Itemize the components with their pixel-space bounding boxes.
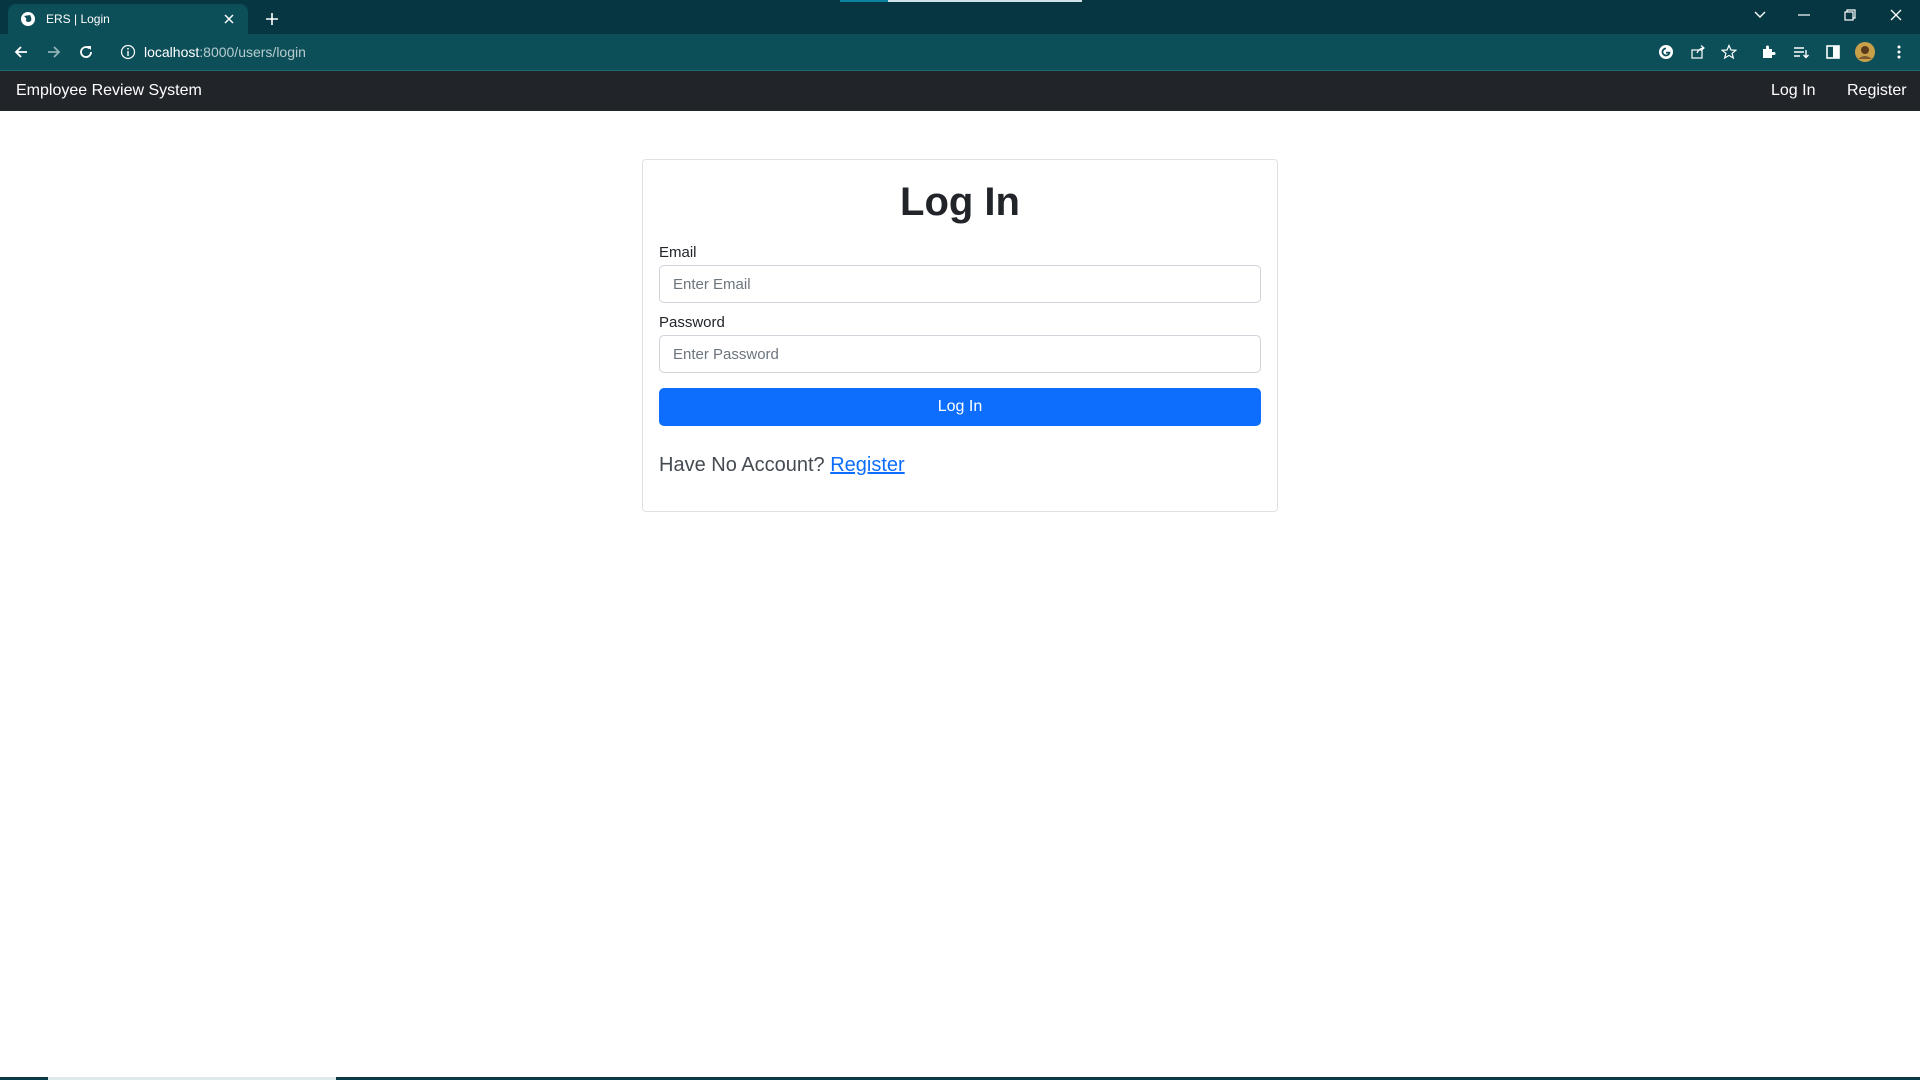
tab-search-icon[interactable] [1738, 0, 1782, 30]
share-icon[interactable] [1687, 41, 1709, 63]
browser-toolbar: localhost:8000/users/login [0, 34, 1920, 70]
app-navbar: Employee Review System Log In Register [0, 71, 1920, 111]
tab-title: ERS | Login [46, 12, 110, 26]
site-info-icon[interactable] [120, 44, 136, 60]
password-label: Password [659, 314, 725, 331]
side-panel-icon[interactable] [1822, 41, 1844, 63]
register-link[interactable]: Register [830, 454, 904, 476]
navbar-brand[interactable]: Employee Review System [16, 82, 202, 100]
page-title: Log In [900, 180, 1020, 224]
login-card: Log In Email Password Log In Have No Acc… [642, 159, 1278, 512]
new-tab-button[interactable] [260, 7, 284, 31]
profile-avatar-icon[interactable] [1854, 41, 1876, 63]
browser-tab-strip: ERS | Login [0, 0, 1920, 34]
close-tab-icon[interactable] [220, 10, 238, 28]
url-host: localhost [144, 44, 200, 60]
google-lens-icon[interactable] [1655, 41, 1677, 63]
nav-link-login[interactable]: Log In [1771, 82, 1815, 100]
browser-tab-active[interactable]: ERS | Login [8, 4, 248, 34]
address-bar[interactable]: localhost:8000/users/login [110, 37, 1710, 67]
tab-strip-accent [840, 0, 888, 2]
globe-icon [20, 11, 36, 27]
reload-icon[interactable] [74, 40, 98, 64]
close-window-icon[interactable] [1874, 0, 1918, 30]
back-icon[interactable] [9, 40, 33, 64]
bookmark-star-icon[interactable] [1718, 41, 1740, 63]
email-label: Email [659, 244, 697, 261]
url-path: :8000/users/login [199, 44, 306, 60]
reading-list-icon[interactable] [1790, 41, 1812, 63]
login-button[interactable]: Log In [659, 388, 1261, 426]
tab-strip-accent [888, 0, 1082, 2]
forward-icon[interactable] [42, 40, 66, 64]
password-field[interactable] [659, 335, 1261, 373]
email-field[interactable] [659, 265, 1261, 303]
menu-kebab-icon[interactable] [1888, 41, 1910, 63]
minimize-icon[interactable] [1782, 0, 1826, 30]
restore-icon[interactable] [1828, 0, 1872, 30]
nav-link-register[interactable]: Register [1847, 82, 1907, 100]
no-account-text: Have No Account? [659, 454, 825, 476]
extensions-icon[interactable] [1757, 41, 1779, 63]
register-prompt: Have No Account? Register [659, 454, 905, 477]
